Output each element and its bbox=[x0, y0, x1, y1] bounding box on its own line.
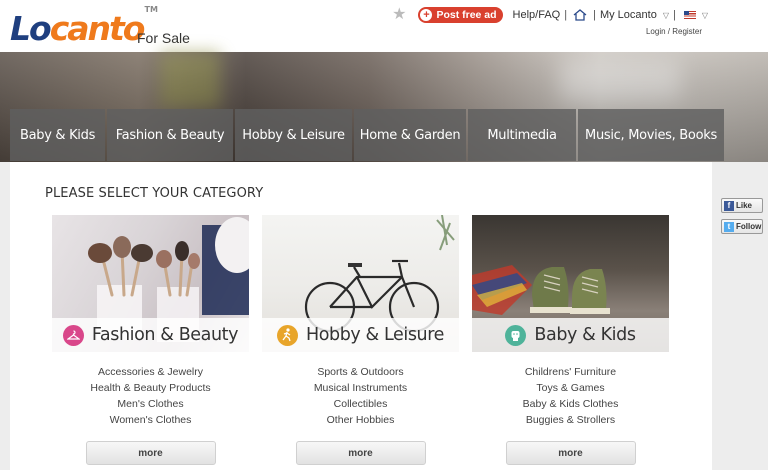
login-register-link[interactable]: Login / Register bbox=[646, 27, 702, 36]
category-label: Fashion & Beauty bbox=[52, 318, 249, 352]
more-button[interactable]: more bbox=[295, 441, 426, 465]
tab-music-movies-books[interactable]: Music, Movies, Books bbox=[578, 109, 724, 161]
plus-icon: + bbox=[420, 9, 433, 21]
subcategory-link[interactable]: Childrens' Furniture bbox=[472, 364, 669, 380]
baby-icon bbox=[505, 324, 527, 346]
subcategory-link[interactable]: Toys & Games bbox=[472, 380, 669, 396]
category-card-hobby-leisure: Hobby & Leisure Sports & Outdoors Musica… bbox=[262, 215, 459, 465]
subcategory-link[interactable]: Sports & Outdoors bbox=[262, 364, 459, 380]
category-title: Fashion & Beauty bbox=[91, 325, 239, 345]
main-content: PLEASE SELECT YOUR CATEGORY Fashion & Be… bbox=[10, 162, 712, 470]
hero-decoration bbox=[160, 52, 220, 108]
my-locanto-link[interactable]: My Locanto bbox=[600, 9, 657, 21]
category-tabs: Baby & Kids Fashion & Beauty Hobby & Lei… bbox=[10, 109, 724, 161]
category-image-fashion-beauty[interactable]: Fashion & Beauty bbox=[52, 215, 249, 352]
category-title: Baby & Kids bbox=[534, 325, 636, 345]
subcategory-link[interactable]: Women's Clothes bbox=[52, 412, 249, 428]
separator: | bbox=[593, 9, 596, 21]
chevron-down-icon[interactable]: ▽ bbox=[702, 11, 708, 20]
twitter-icon: t bbox=[724, 221, 734, 232]
category-label: Baby & Kids bbox=[472, 318, 669, 352]
category-title: Hobby & Leisure bbox=[305, 325, 445, 345]
category-card-fashion-beauty: Fashion & Beauty Accessories & Jewelry H… bbox=[52, 215, 249, 465]
subcategory-link[interactable]: Collectibles bbox=[262, 396, 459, 412]
subcategory-link[interactable]: Health & Beauty Products bbox=[52, 380, 249, 396]
subcategory-link[interactable]: Baby & Kids Clothes bbox=[472, 396, 669, 412]
logo-trademark: TM bbox=[144, 5, 158, 14]
post-free-ad-label: Post free ad bbox=[436, 9, 497, 21]
category-card-baby-kids: Baby & Kids Childrens' Furniture Toys & … bbox=[472, 215, 669, 465]
logo-text-lo: Lo bbox=[10, 9, 52, 48]
subcategory-list: Sports & Outdoors Musical Instruments Co… bbox=[262, 364, 459, 428]
tab-fashion-beauty[interactable]: Fashion & Beauty bbox=[107, 109, 233, 161]
subcategory-link[interactable]: Men's Clothes bbox=[52, 396, 249, 412]
subcategory-link[interactable]: Musical Instruments bbox=[262, 380, 459, 396]
logo-text-canto: canto bbox=[49, 9, 146, 48]
separator: | bbox=[564, 9, 568, 21]
tab-hobby-leisure[interactable]: Hobby & Leisure bbox=[235, 109, 352, 161]
help-faq-link[interactable]: Help/FAQ bbox=[513, 9, 561, 21]
subcategory-link[interactable]: Other Hobbies bbox=[262, 412, 459, 428]
header: LocantoTM For Sale ★ + Post free ad Help… bbox=[0, 0, 768, 52]
subcategory-list: Accessories & Jewelry Health & Beauty Pr… bbox=[52, 364, 249, 428]
home-icon[interactable] bbox=[573, 9, 587, 21]
us-flag-icon[interactable] bbox=[683, 11, 696, 19]
facebook-like-button[interactable]: f Like bbox=[721, 198, 763, 213]
chevron-down-icon[interactable]: ▽ bbox=[663, 11, 669, 20]
like-label: Like bbox=[736, 201, 753, 210]
hanger-icon bbox=[62, 324, 84, 346]
subcategory-link[interactable]: Accessories & Jewelry bbox=[52, 364, 249, 380]
more-button[interactable]: more bbox=[85, 441, 216, 465]
locanto-logo[interactable]: LocantoTM bbox=[10, 5, 158, 49]
twitter-follow-button[interactable]: t Follow bbox=[721, 219, 763, 234]
category-label: Hobby & Leisure bbox=[262, 318, 459, 352]
tab-multimedia[interactable]: Multimedia bbox=[468, 109, 576, 161]
runner-icon bbox=[276, 324, 298, 346]
more-button[interactable]: more bbox=[505, 441, 636, 465]
category-image-hobby-leisure[interactable]: Hobby & Leisure bbox=[262, 215, 459, 352]
separator: | bbox=[672, 9, 676, 21]
hero-decoration bbox=[560, 62, 680, 102]
category-image-baby-kids[interactable]: Baby & Kids bbox=[472, 215, 669, 352]
post-free-ad-button[interactable]: + Post free ad bbox=[418, 7, 503, 23]
page-title: PLEASE SELECT YOUR CATEGORY bbox=[45, 186, 264, 201]
tab-home-garden[interactable]: Home & Garden bbox=[354, 109, 466, 161]
section-title: For Sale bbox=[137, 30, 190, 46]
top-nav: ★ + Post free ad Help/FAQ | | My Locanto… bbox=[392, 6, 708, 24]
subcategory-list: Childrens' Furniture Toys & Games Baby &… bbox=[472, 364, 669, 428]
follow-label: Follow bbox=[736, 222, 762, 231]
subcategory-link[interactable]: Buggies & Strollers bbox=[472, 412, 669, 428]
facebook-icon: f bbox=[724, 200, 734, 211]
star-icon[interactable]: ★ bbox=[392, 7, 406, 23]
tab-baby-kids[interactable]: Baby & Kids bbox=[10, 109, 105, 161]
